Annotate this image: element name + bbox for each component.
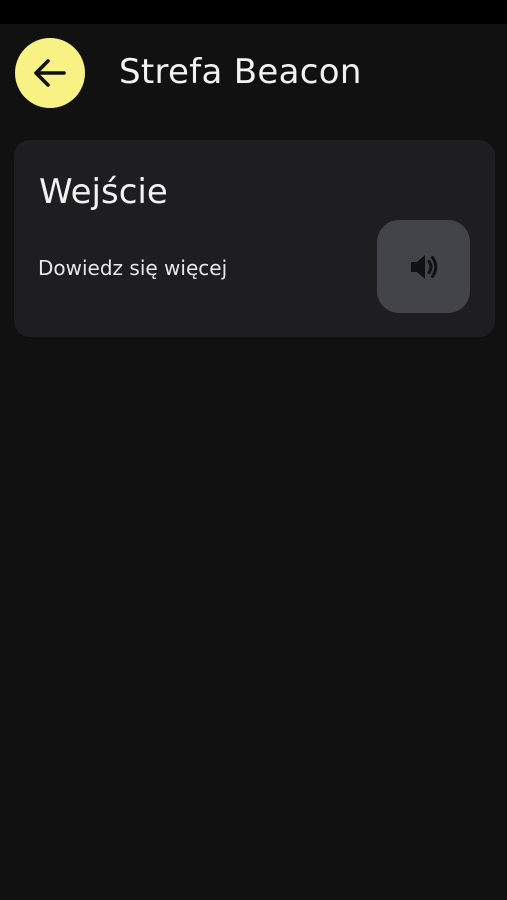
- app-header: Strefa Beacon: [0, 24, 507, 124]
- arrow-left-icon: [34, 59, 66, 87]
- back-button[interactable]: [15, 38, 85, 108]
- status-bar: [0, 0, 507, 24]
- play-audio-button[interactable]: [377, 220, 470, 313]
- learn-more-link[interactable]: Dowiedz się więcej: [38, 254, 227, 282]
- speaker-icon: [410, 254, 437, 279]
- page-title: Strefa Beacon: [119, 52, 362, 92]
- zone-title: Wejście: [39, 172, 168, 212]
- beacon-zone-card: Wejście Dowiedz się więcej: [14, 140, 495, 337]
